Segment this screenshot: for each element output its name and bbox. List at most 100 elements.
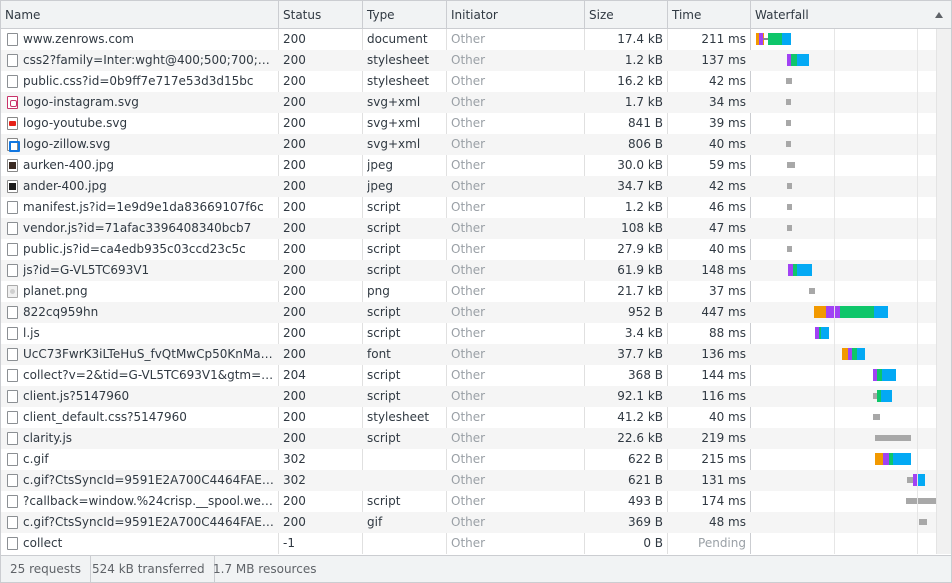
request-name: ander-400.jpg <box>23 179 107 193</box>
request-status: 200 <box>283 158 306 172</box>
request-status: 302 <box>283 473 306 487</box>
request-time: 131 ms <box>701 473 746 487</box>
request-row[interactable]: logo-instagram.svg 200 svg+xml Other 1.7 kB 3… <box>1 92 936 113</box>
waterfall-segment-download <box>882 369 896 381</box>
request-initiator: Other <box>451 473 486 487</box>
request-row[interactable]: c.gif?CtsSyncId=9591E2A700C4464FAE203… 20… <box>1 512 936 533</box>
request-initiator: Other <box>451 515 486 529</box>
request-type: document <box>367 32 428 46</box>
waterfall-segment-stalled <box>786 141 791 147</box>
request-row[interactable]: client.js?5147960 200 script Other 92.1 kB 11… <box>1 386 936 407</box>
request-row[interactable]: c.gif?CtsSyncId=9591E2A700C4464FAE203… 30… <box>1 470 936 491</box>
request-status: 200 <box>283 221 306 235</box>
request-row[interactable]: c.gif 302 Other 622 B 215 ms <box>1 449 936 470</box>
waterfall-segment-stalled <box>919 519 927 525</box>
request-time: 48 ms <box>708 515 746 529</box>
waterfall-bar <box>751 260 936 281</box>
request-size: 806 B <box>628 137 663 151</box>
column-header-status[interactable]: Status <box>279 1 363 29</box>
request-row[interactable]: css2?family=Inter:wght@400;500;700;800;9… <box>1 50 936 71</box>
request-initiator: Other <box>451 116 486 130</box>
waterfall-gridline <box>917 29 918 554</box>
request-time: 40 ms <box>708 137 746 151</box>
request-type: svg+xml <box>367 137 421 151</box>
request-row[interactable]: logo-youtube.svg 200 svg+xml Other 841 B 39 m… <box>1 113 936 134</box>
request-row[interactable]: collect -1 Other 0 B Pending <box>1 533 936 554</box>
column-header-waterfall[interactable]: Waterfall <box>751 1 951 29</box>
request-type: svg+xml <box>367 95 421 109</box>
request-initiator: Other <box>451 200 486 214</box>
document-icon <box>7 369 18 382</box>
request-initiator: Other <box>451 410 486 424</box>
waterfall-segment-stalled <box>873 414 880 420</box>
request-row[interactable]: clarity.js 200 script Other 22.6 kB 219 ms <box>1 428 936 449</box>
request-name: www.zenrows.com <box>23 32 134 46</box>
request-row[interactable]: 822cq959hn 200 script Other 952 B 447 ms <box>1 302 936 323</box>
waterfall-bar <box>751 491 936 512</box>
request-name: css2?family=Inter:wght@400;500;700;800;9… <box>23 53 275 67</box>
waterfall-bar <box>751 29 936 50</box>
waterfall-segment-stalled <box>787 246 792 252</box>
request-status: 200 <box>283 32 306 46</box>
request-name: client.js?5147960 <box>23 389 130 403</box>
vertical-scrollbar[interactable] <box>936 29 951 554</box>
request-status: 200 <box>283 284 306 298</box>
request-name: UcC73FwrK3iLTeHuS_fvQtMwCp50KnMa1Z… <box>23 347 275 361</box>
waterfall-gridline <box>834 29 835 554</box>
waterfall-bar <box>751 92 936 113</box>
request-status: 200 <box>283 137 306 151</box>
request-time: 137 ms <box>701 53 746 67</box>
request-time: 211 ms <box>701 32 746 46</box>
request-time: 40 ms <box>708 242 746 256</box>
request-row[interactable]: public.js?id=ca4edb935c03ccd23c5c 200 scri… <box>1 239 936 260</box>
request-row[interactable]: manifest.js?id=1e9d9e1da83669107f6c 200 sc… <box>1 197 936 218</box>
waterfall-bar <box>751 155 936 176</box>
request-size: 16.2 kB <box>617 74 663 88</box>
request-size: 621 B <box>628 473 663 487</box>
document-icon <box>7 537 18 550</box>
request-row[interactable]: collect?v=2&tid=G-VL5TC693V1&gtm=2oe9… 20… <box>1 365 936 386</box>
request-size: 493 B <box>628 494 663 508</box>
request-row[interactable]: logo-zillow.svg 200 svg+xml Other 806 B 40 ms <box>1 134 936 155</box>
request-size: 0 B <box>643 536 663 550</box>
request-status: 200 <box>283 200 306 214</box>
resources-size: 1.7 MB resources <box>213 562 317 576</box>
request-size: 17.4 kB <box>617 32 663 46</box>
column-header-initiator[interactable]: Initiator <box>447 1 585 29</box>
request-status: 200 <box>283 410 306 424</box>
request-row[interactable]: client_default.css?5147960 200 stylesheet O… <box>1 407 936 428</box>
request-row[interactable]: l.js 200 script Other 3.4 kB 88 ms <box>1 323 936 344</box>
column-header-type[interactable]: Type <box>363 1 447 29</box>
request-time: 40 ms <box>708 410 746 424</box>
request-status: 200 <box>283 95 306 109</box>
request-time: 42 ms <box>708 74 746 88</box>
request-row[interactable]: www.zenrows.com 200 document Other 17.4 kB 21… <box>1 29 936 50</box>
zillow-logo-icon <box>7 138 20 152</box>
request-row[interactable]: planet.png 200 png Other 21.7 kB 37 ms <box>1 281 936 302</box>
request-time: 447 ms <box>701 305 746 319</box>
request-row[interactable]: js?id=G-VL5TC693V1 200 script Other 61.9 kB 1… <box>1 260 936 281</box>
document-icon <box>7 33 18 46</box>
waterfall-segment-download <box>874 306 888 318</box>
request-row[interactable]: ander-400.jpg 200 jpeg Other 34.7 kB 42 ms <box>1 176 936 197</box>
waterfall-segment-stalled <box>787 204 792 210</box>
column-header-name[interactable]: Name <box>1 1 279 29</box>
request-size: 952 B <box>628 305 663 319</box>
column-header-time[interactable]: Time <box>668 1 751 29</box>
request-name: collect?v=2&tid=G-VL5TC693V1&gtm=2oe9… <box>23 368 275 382</box>
request-row[interactable]: UcC73FwrK3iLTeHuS_fvQtMwCp50KnMa1Z… 200 fo… <box>1 344 936 365</box>
request-initiator: Other <box>451 536 486 550</box>
document-icon <box>7 54 18 67</box>
column-header-size[interactable]: Size <box>585 1 668 29</box>
document-icon <box>7 264 18 277</box>
request-row[interactable]: ?callback=window.%24crisp.__spool.websit… <box>1 491 936 512</box>
request-type: font <box>367 347 391 361</box>
document-icon <box>7 411 18 424</box>
request-row[interactable]: vendor.js?id=71afac3396408340bcb7 200 scri… <box>1 218 936 239</box>
request-size: 1.7 kB <box>624 95 663 109</box>
request-time: 219 ms <box>701 431 746 445</box>
document-icon <box>7 495 18 508</box>
request-row[interactable]: public.css?id=0b9ff7e717e53d3d15bc 200 sty… <box>1 71 936 92</box>
request-time: 59 ms <box>708 158 746 172</box>
request-row[interactable]: aurken-400.jpg 200 jpeg Other 30.0 kB 59 ms <box>1 155 936 176</box>
